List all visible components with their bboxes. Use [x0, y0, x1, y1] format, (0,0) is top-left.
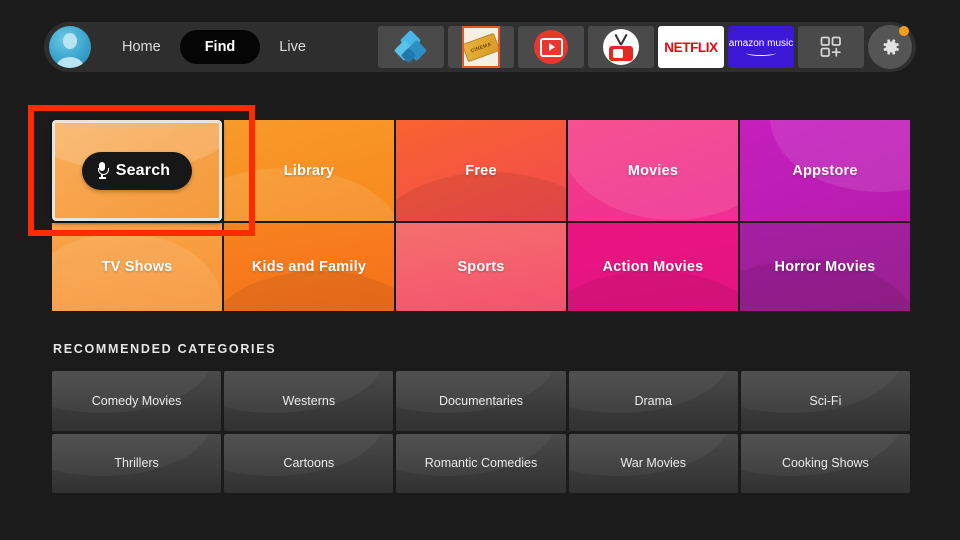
cinema-hd-icon: CINEMA — [462, 26, 500, 68]
tile-label: Romantic Comedies — [424, 456, 538, 471]
top-navigation-bar: Home Find Live CINEMA NETFLIX amazon mus… — [44, 22, 916, 72]
app-shortcut-all-apps[interactable] — [798, 26, 864, 68]
recommended-tile-westerns[interactable]: Westerns — [224, 371, 394, 431]
app-shortcut-mobdro[interactable] — [588, 26, 654, 68]
app-shortcut-netflix[interactable]: NETFLIX — [658, 26, 724, 68]
tile-label: Cooking Shows — [781, 456, 869, 471]
tile-label: Cartoons — [283, 456, 335, 471]
tile-tv-shows[interactable]: TV Shows — [52, 223, 222, 311]
app-shortcut-row: CINEMA NETFLIX amazon music — [378, 25, 912, 69]
recommended-tile-romantic-comedies[interactable]: Romantic Comedies — [396, 433, 566, 493]
recommended-tile-war-movies[interactable]: War Movies — [568, 433, 738, 493]
tile-label: Horror Movies — [774, 259, 876, 275]
tile-label: Library — [283, 162, 335, 179]
tile-label: Sports — [457, 259, 505, 275]
recommended-tile-sci-fi[interactable]: Sci-Fi — [740, 371, 910, 431]
tile-label: Movies — [627, 162, 679, 179]
profile-avatar[interactable] — [49, 26, 91, 68]
recommended-tile-comedy-movies[interactable]: Comedy Movies — [52, 371, 222, 431]
grid-plus-icon — [820, 36, 841, 57]
recommended-tile-drama[interactable]: Drama — [568, 371, 738, 431]
tile-appstore[interactable]: Appstore — [740, 120, 910, 221]
tile-label: Westerns — [282, 393, 336, 408]
amazon-smile-icon — [746, 50, 776, 56]
recommended-tile-documentaries[interactable]: Documentaries — [396, 371, 566, 431]
tile-movies[interactable]: Movies — [568, 120, 738, 221]
nav-item-find[interactable]: Find — [179, 30, 261, 64]
app-shortcut-cinema-hd[interactable]: CINEMA — [448, 26, 514, 68]
settings-notification-dot — [899, 26, 909, 36]
tile-label: Documentaries — [438, 393, 524, 408]
nav-item-home[interactable]: Home — [105, 31, 178, 63]
avatar-body — [56, 57, 84, 68]
search-button[interactable]: Search — [81, 151, 193, 190]
tile-label: Comedy Movies — [91, 393, 182, 408]
nav-item-live[interactable]: Live — [262, 31, 323, 63]
red-tv-icon — [534, 30, 568, 64]
tile-library[interactable]: Library — [224, 120, 394, 221]
tile-kids-and-family[interactable]: Kids and Family — [224, 223, 394, 311]
app-shortcut-kodi[interactable] — [378, 26, 444, 68]
kodi-icon — [393, 29, 428, 64]
tile-action-movies[interactable]: Action Movies — [568, 223, 738, 311]
search-button-label: Search — [115, 161, 171, 179]
tile-label: Appstore — [792, 162, 858, 179]
tile-label: Drama — [634, 393, 672, 408]
mobdro-tv-icon — [603, 29, 639, 65]
app-shortcut-amazon-music[interactable]: amazon music — [728, 26, 794, 68]
tile-label: Thrillers — [114, 456, 159, 471]
tile-sports[interactable]: Sports — [396, 223, 566, 311]
tile-free[interactable]: Free — [396, 120, 566, 221]
tile-label: War Movies — [620, 456, 686, 471]
tile-label: TV Shows — [101, 259, 173, 275]
nav-items: Home Find Live — [105, 30, 323, 64]
recommended-categories-grid: Comedy Movies Westerns Documentaries Dra… — [52, 371, 910, 493]
microphone-icon — [97, 162, 109, 179]
recommended-tile-thrillers[interactable]: Thrillers — [52, 433, 222, 493]
tile-horror-movies[interactable]: Horror Movies — [740, 223, 910, 311]
recommended-tile-cooking-shows[interactable]: Cooking Shows — [740, 433, 910, 493]
settings-gear-button[interactable] — [868, 25, 912, 69]
tile-search[interactable]: Search — [52, 120, 222, 221]
recommended-tile-cartoons[interactable]: Cartoons — [224, 433, 394, 493]
app-shortcut-red-tv[interactable] — [518, 26, 584, 68]
cinema-ticket-glyph: CINEMA — [464, 32, 498, 62]
avatar-head — [63, 33, 77, 50]
category-tile-grid: Search Library Free Movies Appstore TV S… — [52, 120, 910, 311]
amazon-music-wordmark: amazon music — [728, 37, 794, 49]
tile-label: Kids and Family — [251, 259, 367, 275]
recommended-categories-heading: RECOMMENDED CATEGORIES — [53, 342, 277, 356]
tile-label: Sci-Fi — [809, 393, 842, 408]
gear-icon — [883, 39, 899, 55]
tile-label: Action Movies — [602, 259, 704, 275]
tile-label: Free — [465, 162, 497, 179]
